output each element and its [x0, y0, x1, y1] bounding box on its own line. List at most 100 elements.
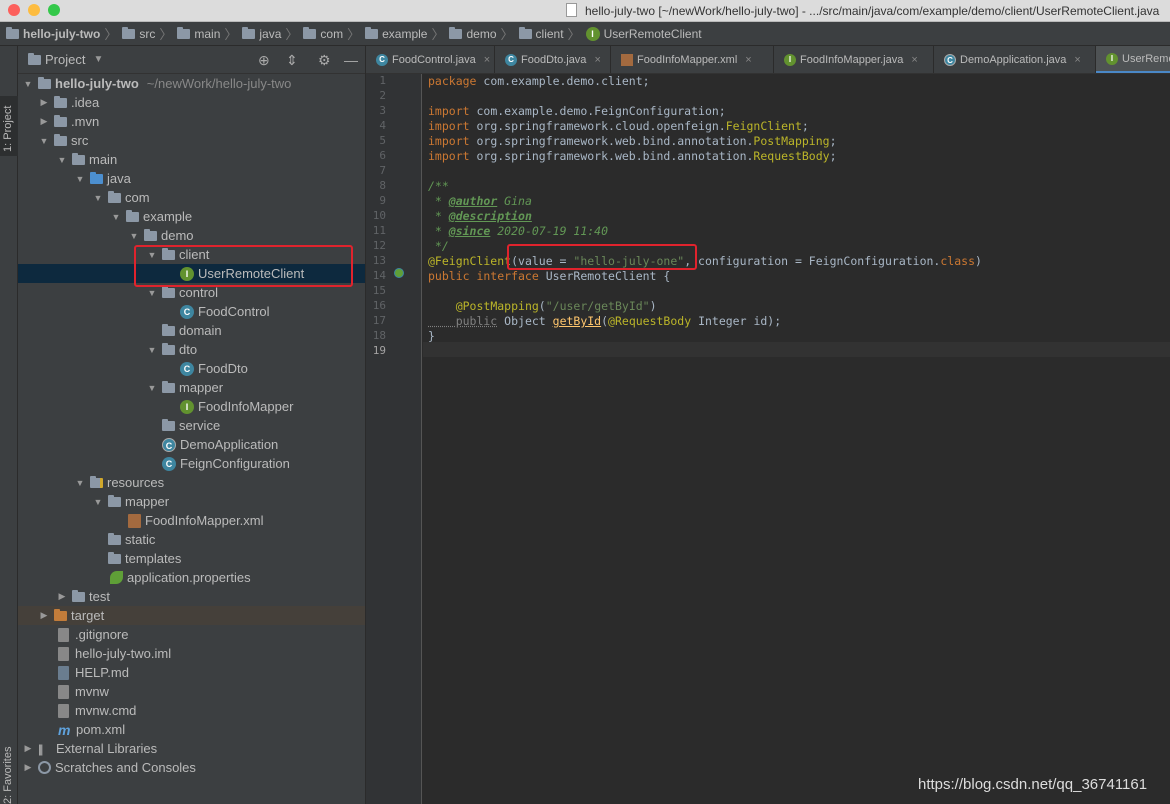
tree-item-resources[interactable]: ▼ resources	[18, 473, 365, 492]
tab-fooddto[interactable]: C FoodDto.java ×	[495, 46, 611, 73]
tree-item-idea[interactable]: ▶ .idea	[18, 93, 365, 112]
spring-properties-icon	[110, 571, 123, 584]
close-window-button[interactable]	[8, 4, 20, 16]
tree-item-mapper-folder[interactable]: ▼ mapper	[18, 492, 365, 511]
breadcrumb-demo[interactable]: demo	[449, 26, 497, 41]
package-icon	[162, 285, 175, 298]
chevron-down-icon: ▼	[147, 287, 157, 298]
tree-item-external-libraries[interactable]: ▶ ||| External Libraries	[18, 739, 365, 758]
tree-item-foodinfomapper-xml[interactable]: FoodInfoMapper.xml	[18, 511, 365, 530]
xml-file-icon	[128, 513, 141, 528]
tree-item-iml[interactable]: hello-july-two.iml	[18, 644, 365, 663]
close-icon[interactable]: ×	[745, 54, 751, 66]
tree-item-example[interactable]: ▼ example	[18, 207, 365, 226]
close-icon[interactable]: ×	[911, 54, 917, 66]
tree-item-domain[interactable]: domain	[18, 321, 365, 340]
tree-item-main[interactable]: ▼ main	[18, 150, 365, 169]
tree-item-mvnw[interactable]: mvnw	[18, 682, 365, 701]
close-icon[interactable]: ×	[1074, 54, 1080, 66]
minimize-window-button[interactable]	[28, 4, 40, 16]
breadcrumb-userremoteclient[interactable]: I UserRemoteClient	[585, 26, 702, 41]
tree-item-project-root[interactable]: ▼ hello-july-two ~/newWork/hello-july-two	[18, 74, 365, 93]
tab-foodcontrol[interactable]: C FoodControl.java ×	[366, 46, 495, 73]
tree-item-help-md[interactable]: HELP.md	[18, 663, 365, 682]
tree-item-demoapplication[interactable]: C DemoApplication	[18, 435, 365, 454]
interface-icon: I	[1106, 52, 1118, 65]
libraries-icon: |||	[38, 741, 43, 756]
tree-item-java[interactable]: ▼ java	[18, 169, 365, 188]
close-icon[interactable]: ×	[594, 54, 600, 66]
tree-item-foodinfomapper[interactable]: I FoodInfoMapper	[18, 397, 365, 416]
chevron-right-icon: ▶	[40, 97, 48, 107]
window-title: hello-july-two [~/newWork/hello-july-two…	[585, 4, 1160, 18]
tree-item-gitignore[interactable]: .gitignore	[18, 625, 365, 644]
package-icon	[144, 228, 157, 241]
implementation-gutter-icon[interactable]	[394, 268, 404, 278]
folder-icon	[108, 551, 121, 564]
file-icon	[58, 703, 69, 718]
locate-icon[interactable]: ⊕	[258, 52, 270, 69]
source-folder-icon	[90, 171, 103, 184]
breadcrumb-main[interactable]: main	[177, 26, 220, 41]
tree-item-service[interactable]: service	[18, 416, 365, 435]
spring-class-icon: C	[162, 437, 176, 452]
collapse-all-icon[interactable]: ⇕	[286, 52, 298, 69]
tree-item-com[interactable]: ▼ com	[18, 188, 365, 207]
tree-item-pom-xml[interactable]: m pom.xml	[18, 720, 365, 739]
chevron-right-icon: ▶	[58, 591, 66, 601]
tree-item-dto[interactable]: ▼ dto	[18, 340, 365, 359]
project-view-title[interactable]: Project	[45, 52, 85, 67]
scratches-icon	[38, 761, 51, 774]
breadcrumb-client[interactable]: client	[518, 26, 564, 41]
left-tool-stripe: 1: Project 2: Favorites	[0, 46, 18, 804]
tree-item-foodcontrol[interactable]: C FoodControl	[18, 302, 365, 321]
tab-foodinfomapper-java[interactable]: I FoodInfoMapper.java ×	[774, 46, 934, 73]
chevron-down-icon[interactable]: ▼	[93, 54, 103, 65]
project-tool-button[interactable]: 1: Project	[0, 96, 18, 156]
chevron-right-icon: ▶	[40, 116, 48, 126]
folder-icon	[518, 26, 532, 39]
chevron-down-icon: ▼	[57, 154, 67, 165]
chevron-down-icon: ▼	[39, 135, 49, 146]
class-icon: C	[505, 54, 517, 66]
code-editor[interactable]: package com.example.demo.client; import …	[423, 74, 1170, 804]
tree-item-test[interactable]: ▶ test	[18, 587, 365, 606]
breadcrumb-java[interactable]: java	[242, 26, 281, 41]
project-panel: Project ▼ ⊕ ⇕ ⚙ — ▼ hello-july-two ~/newWo…	[18, 46, 366, 804]
hide-panel-icon[interactable]: —	[344, 52, 358, 68]
highlight-box	[507, 244, 697, 270]
tree-item-target[interactable]: ▶ target	[18, 606, 365, 625]
breadcrumb-example[interactable]: example	[365, 26, 427, 41]
tree-item-templates[interactable]: templates	[18, 549, 365, 568]
markdown-file-icon	[58, 665, 69, 680]
tree-item-feignconfiguration[interactable]: C FeignConfiguration	[18, 454, 365, 473]
tree-item-application-properties[interactable]: application.properties	[18, 568, 365, 587]
chevron-down-icon: ▼	[23, 78, 33, 89]
breadcrumb-src[interactable]: src	[122, 26, 155, 41]
breadcrumb-com[interactable]: com	[303, 26, 343, 41]
tab-demoapplication[interactable]: C DemoApplication.java ×	[934, 46, 1096, 73]
breadcrumb-project[interactable]: hello-july-two	[6, 26, 100, 41]
file-icon	[566, 3, 577, 17]
tree-item-demo[interactable]: ▼ demo	[18, 226, 365, 245]
tab-foodinfomapper-xml[interactable]: FoodInfoMapper.xml ×	[611, 46, 774, 73]
tree-item-static[interactable]: static	[18, 530, 365, 549]
tab-userremoteclient[interactable]: IUserRemoteClient.java	[1096, 46, 1170, 73]
tree-item-mvnw-cmd[interactable]: mvnw.cmd	[18, 701, 365, 720]
resources-folder-icon	[90, 475, 103, 488]
tree-item-scratches[interactable]: ▶ Scratches and Consoles	[18, 758, 365, 777]
file-icon	[58, 627, 69, 642]
tree-item-fooddto[interactable]: C FoodDto	[18, 359, 365, 378]
gear-icon[interactable]: ⚙	[318, 52, 331, 69]
package-icon	[126, 209, 139, 222]
folder-icon	[303, 26, 317, 39]
zoom-window-button[interactable]	[48, 4, 60, 16]
favorites-tool-button[interactable]: 2: Favorites	[2, 747, 14, 804]
tree-item-mvn[interactable]: ▶ .mvn	[18, 112, 365, 131]
tree-item-src[interactable]: ▼ src	[18, 131, 365, 150]
folder-icon	[38, 76, 51, 89]
close-icon[interactable]: ×	[484, 54, 490, 66]
folder-icon	[54, 114, 67, 127]
spring-class-icon: C	[944, 54, 956, 66]
tree-item-mapper-package[interactable]: ▼ mapper	[18, 378, 365, 397]
